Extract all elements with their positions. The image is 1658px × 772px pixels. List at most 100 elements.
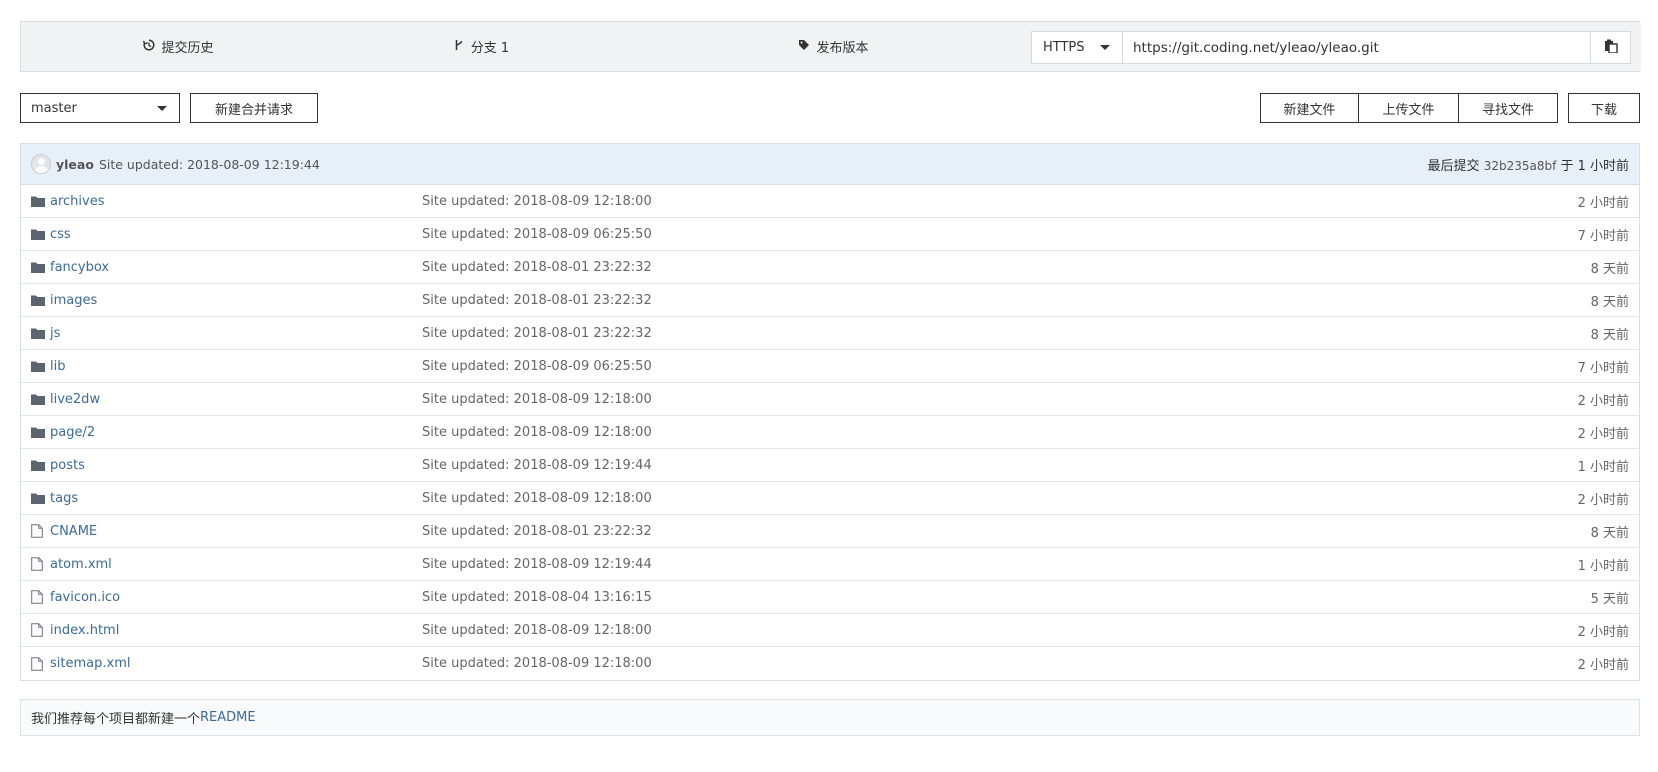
file-updated-time: 8 天前 (1590, 261, 1629, 277)
protocol-select[interactable]: HTTPS (1032, 32, 1123, 63)
file-name-link[interactable]: archives (50, 194, 422, 209)
file-updated-time: 8 天前 (1590, 294, 1629, 310)
history-icon (143, 38, 155, 55)
table-row: sitemap.xml Site updated: 2018-08-09 12:1… (21, 647, 1639, 680)
clone-panel: HTTPS https://git.coding.net/yleao/yleao… (1021, 22, 1641, 71)
file-list: archives Site updated: 2018-08-09 12:18:0… (21, 185, 1639, 680)
upload-file-button[interactable]: 上传文件 (1359, 93, 1459, 123)
commit-history-link[interactable]: 提交历史 (21, 22, 336, 71)
file-name-link[interactable]: lib (50, 359, 422, 374)
file-commit-message[interactable]: Site updated: 2018-08-09 06:25:50 (422, 227, 652, 242)
find-file-button[interactable]: 寻找文件 (1459, 93, 1558, 123)
file-name-link[interactable]: tags (50, 491, 422, 506)
file-icon (31, 557, 45, 571)
file-commit-message[interactable]: Site updated: 2018-08-09 12:18:00 (422, 491, 652, 506)
readme-link[interactable]: README (200, 710, 256, 725)
download-button[interactable]: 下载 (1568, 93, 1640, 123)
last-commit-prefix: 最后提交 (1427, 158, 1480, 174)
last-commit-info: 最后提交 32b235a8bf 于 1 小时前 (1428, 155, 1629, 174)
file-updated-time: 2 小时前 (1577, 195, 1629, 211)
file-name-link[interactable]: images (50, 293, 422, 308)
file-commit-message[interactable]: Site updated: 2018-08-09 12:19:44 (422, 557, 652, 572)
table-row: archives Site updated: 2018-08-09 12:18:0… (21, 185, 1639, 218)
file-updated-time: 2 小时前 (1577, 492, 1629, 508)
table-row: index.html Site updated: 2018-08-09 12:18… (21, 614, 1639, 647)
file-updated-time: 2 小时前 (1577, 426, 1629, 442)
releases-link[interactable]: 发布版本 (626, 22, 1041, 71)
table-row: lib Site updated: 2018-08-09 06:25:50 7 小时… (21, 350, 1639, 383)
new-file-button[interactable]: 新建文件 (1260, 93, 1359, 123)
file-commit-message[interactable]: Site updated: 2018-08-09 12:18:00 (422, 194, 652, 209)
folder-icon (31, 326, 45, 340)
file-name-link[interactable]: atom.xml (50, 557, 422, 572)
table-row: css Site updated: 2018-08-09 06:25:50 7 小时… (21, 218, 1639, 251)
branch-select-value: master (31, 100, 77, 116)
file-commit-message[interactable]: Site updated: 2018-08-01 23:22:32 (422, 260, 652, 275)
folder-icon (31, 491, 45, 505)
file-actions-group: 新建文件 上传文件 寻找文件 (1260, 93, 1558, 123)
file-commit-message[interactable]: Site updated: 2018-08-09 12:19:44 (422, 458, 652, 473)
folder-icon (31, 392, 45, 406)
table-row: live2dw Site updated: 2018-08-09 12:18:00… (21, 383, 1639, 416)
branch-select[interactable]: master (20, 93, 180, 123)
table-row: favicon.ico Site updated: 2018-08-04 13:1… (21, 581, 1639, 614)
commit-message[interactable]: Site updated: 2018-08-09 12:19:44 (99, 157, 320, 172)
new-merge-request-button[interactable]: 新建合并请求 (190, 93, 318, 123)
file-updated-time: 7 小时前 (1577, 360, 1629, 376)
folder-icon (31, 425, 45, 439)
file-name-link[interactable]: index.html (50, 623, 422, 638)
file-updated-time: 7 小时前 (1577, 228, 1629, 244)
file-name-link[interactable]: page/2 (50, 425, 422, 440)
file-name-link[interactable]: js (50, 326, 422, 341)
folder-icon (31, 359, 45, 373)
file-updated-time: 2 小时前 (1577, 658, 1629, 673)
folder-icon (31, 227, 45, 241)
file-commit-message[interactable]: Site updated: 2018-08-09 12:18:00 (422, 656, 652, 671)
commit-author[interactable]: yleao (56, 157, 94, 172)
clone-url-input[interactable]: https://git.coding.net/yleao/yleao.git (1123, 32, 1590, 63)
folder-icon (31, 260, 45, 274)
commit-history-label: 提交历史 (161, 41, 214, 56)
file-commit-message[interactable]: Site updated: 2018-08-01 23:22:32 (422, 524, 652, 539)
file-commit-message[interactable]: Site updated: 2018-08-09 12:18:00 (422, 425, 652, 440)
folder-icon (31, 293, 45, 307)
file-updated-time: 5 天前 (1590, 591, 1629, 607)
commit-hash[interactable]: 32b235a8bf (1484, 159, 1557, 173)
table-row: CNAME Site updated: 2018-08-01 23:22:32 8 … (21, 515, 1639, 548)
file-commit-message[interactable]: Site updated: 2018-08-01 23:22:32 (422, 293, 652, 308)
file-name-link[interactable]: live2dw (50, 392, 422, 407)
file-name-link[interactable]: posts (50, 458, 422, 473)
table-row: page/2 Site updated: 2018-08-09 12:18:00 2… (21, 416, 1639, 449)
file-updated-time: 2 小时前 (1577, 624, 1629, 640)
file-updated-time: 8 天前 (1590, 327, 1629, 343)
file-name-link[interactable]: favicon.ico (50, 590, 422, 605)
file-icon (31, 656, 45, 671)
file-icon (31, 623, 45, 637)
table-row: tags Site updated: 2018-08-09 12:18:00 2 小… (21, 482, 1639, 515)
file-name-link[interactable]: CNAME (50, 524, 422, 539)
file-name-link[interactable]: css (50, 227, 422, 242)
file-updated-time: 1 小时前 (1577, 459, 1629, 475)
file-name-link[interactable]: fancybox (50, 260, 422, 275)
table-row: images Site updated: 2018-08-01 23:22:32 8… (21, 284, 1639, 317)
tag-icon (798, 39, 810, 55)
avatar[interactable] (31, 154, 51, 174)
file-updated-time: 2 小时前 (1577, 393, 1629, 409)
readme-notice: 我们推荐每个项目都新建一个 README (20, 699, 1640, 736)
protocol-value: HTTPS (1043, 40, 1085, 55)
copy-button[interactable] (1590, 32, 1630, 63)
branches-label: 分支 1 (470, 41, 510, 56)
clone-url-box: HTTPS https://git.coding.net/yleao/yleao… (1031, 31, 1631, 64)
file-name-link[interactable]: sitemap.xml (50, 656, 422, 671)
branches-link[interactable]: 分支 1 (336, 22, 626, 71)
file-commit-message[interactable]: Site updated: 2018-08-09 12:18:00 (422, 623, 652, 638)
releases-label: 发布版本 (816, 41, 869, 56)
file-commit-message[interactable]: Site updated: 2018-08-09 06:25:50 (422, 359, 652, 374)
file-commit-message[interactable]: Site updated: 2018-08-04 13:16:15 (422, 590, 652, 605)
file-commit-message[interactable]: Site updated: 2018-08-09 12:18:00 (422, 392, 652, 407)
branch-icon (453, 39, 465, 55)
caret-down-icon (1100, 45, 1110, 50)
file-icon (31, 524, 45, 538)
file-commit-message[interactable]: Site updated: 2018-08-01 23:22:32 (422, 326, 652, 341)
commit-time: 于 1 小时前 (1560, 158, 1629, 174)
